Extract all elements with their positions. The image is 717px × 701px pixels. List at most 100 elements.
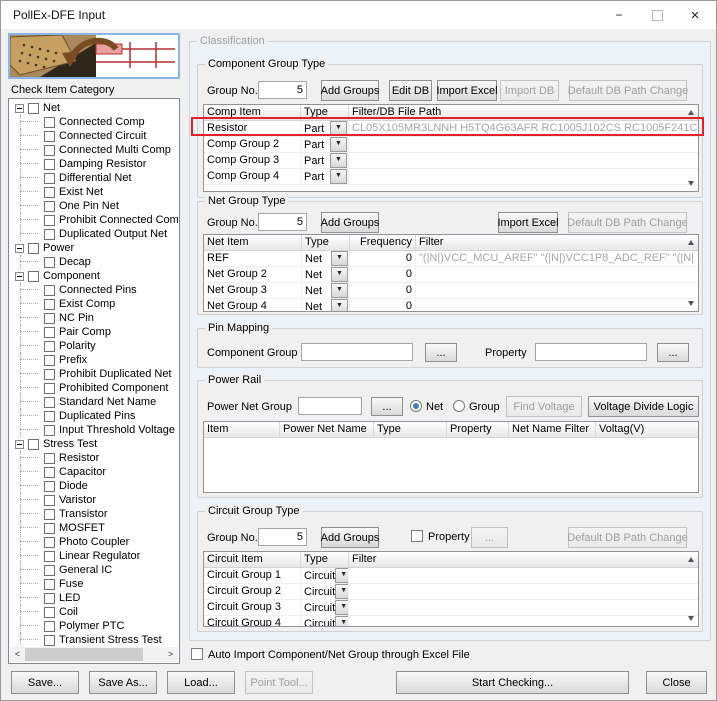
tree-item[interactable]: Net (10, 101, 178, 115)
comp-add-groups-button[interactable]: Add Groups (321, 80, 379, 101)
tree-item-checkbox[interactable] (44, 635, 55, 646)
dropdown-arrow-icon[interactable]: ▼ (335, 584, 349, 599)
tree-item-checkbox[interactable] (44, 257, 55, 268)
tree-item-checkbox[interactable] (44, 145, 55, 156)
tree-item-label[interactable]: Pair Comp (59, 326, 111, 338)
save-as-button[interactable]: Save As... (89, 671, 157, 694)
dropdown-arrow-icon[interactable]: ▼ (335, 616, 349, 627)
filter-cell[interactable] (416, 283, 698, 298)
dropdown-arrow-icon[interactable]: ▼ (331, 251, 348, 266)
scrollbar-thumb[interactable] (25, 648, 143, 661)
tree-item[interactable]: Stress Test (10, 437, 178, 451)
filter-cell[interactable] (349, 169, 698, 184)
type-cell[interactable]: Circuit▼ (301, 600, 349, 615)
save-button[interactable]: Save... (11, 671, 79, 694)
dropdown-arrow-icon[interactable]: ▼ (331, 267, 348, 282)
dropdown-arrow-icon[interactable]: ▼ (331, 283, 348, 298)
group-radio[interactable] (453, 400, 465, 412)
tree-item-label[interactable]: Coil (59, 606, 78, 618)
filter-cell[interactable] (349, 584, 698, 599)
tree-item-checkbox[interactable] (44, 159, 55, 170)
tree-item-checkbox[interactable] (44, 425, 55, 436)
comp-item-cell[interactable]: Comp Group 4 (204, 169, 301, 184)
circuit-item-cell[interactable]: Circuit Group 2 (204, 584, 301, 599)
tree-item-label[interactable]: One Pin Net (59, 200, 119, 212)
tree-item-checkbox[interactable] (28, 243, 39, 254)
tree-item-checkbox[interactable] (44, 369, 55, 380)
tree-item[interactable]: Prohibit Connected Comp (10, 213, 178, 227)
pin-property-input[interactable] (535, 343, 647, 361)
net-import-excel-button[interactable]: Import Excel (498, 212, 558, 233)
load-button[interactable]: Load... (167, 671, 235, 694)
dropdown-arrow-icon[interactable]: ▼ (330, 153, 347, 168)
tree-item[interactable]: Polarity (10, 339, 178, 353)
tree-item[interactable]: Differential Net (10, 171, 178, 185)
tree-item-label[interactable]: NC Pin (59, 312, 94, 324)
tree-item[interactable]: Coil (10, 605, 178, 619)
scroll-down-icon[interactable] (688, 616, 694, 621)
tree-item[interactable]: Connected Circuit (10, 129, 178, 143)
comp-import-excel-button[interactable]: Import Excel (437, 80, 497, 101)
start-checking-button[interactable]: Start Checking... (396, 671, 629, 694)
circuit-item-cell[interactable]: Circuit Group 1 (204, 568, 301, 583)
power-net-group-input[interactable] (298, 397, 362, 415)
type-cell[interactable]: Net▼ (302, 283, 350, 298)
filter-cell[interactable] (349, 568, 698, 583)
tree-item[interactable]: Damping Resistor (10, 157, 178, 171)
tree-item[interactable]: Fuse (10, 577, 178, 591)
tree-item[interactable]: Connected Pins (10, 283, 178, 297)
scroll-left-icon[interactable]: < (10, 647, 25, 662)
tree-item[interactable]: Standard Net Name (10, 395, 178, 409)
tree-item[interactable]: Prefix (10, 353, 178, 367)
collapse-icon[interactable] (15, 244, 24, 253)
tree-item-label[interactable]: General IC (59, 564, 112, 576)
tree-item-label[interactable]: Polarity (59, 340, 96, 352)
filter-cell[interactable] (416, 299, 698, 312)
filter-cell[interactable] (349, 153, 698, 168)
tree-item-label[interactable]: Polymer PTC (59, 620, 124, 632)
filter-cell[interactable] (349, 137, 698, 152)
close-dialog-button[interactable]: Close (646, 671, 707, 694)
tree-item-label[interactable]: Connected Comp (59, 116, 145, 128)
scroll-up-icon[interactable] (688, 110, 694, 115)
tree-item-label[interactable]: Differential Net (59, 172, 132, 184)
tree-item-label[interactable]: Transient Stress Test (59, 634, 162, 646)
vertical-scrollbar[interactable] (684, 236, 697, 310)
scroll-right-icon[interactable]: > (163, 647, 178, 662)
type-cell[interactable]: Circuit▼ (301, 584, 349, 599)
power-rail-table[interactable]: ItemPower Net NameTypePropertyNet Name F… (203, 421, 699, 493)
frequency-cell[interactable]: 0 (350, 267, 416, 282)
tree-item[interactable]: NC Pin (10, 311, 178, 325)
comp-item-cell[interactable]: Comp Group 2 (204, 137, 301, 152)
tree-item-checkbox[interactable] (44, 453, 55, 464)
tree-item[interactable]: LED (10, 591, 178, 605)
tree-item[interactable]: Exist Comp (10, 297, 178, 311)
tree-item-label[interactable]: Connected Pins (59, 284, 137, 296)
collapse-icon[interactable] (15, 104, 24, 113)
filter-cell[interactable] (416, 267, 698, 282)
minimize-button[interactable]: − (605, 5, 633, 25)
scroll-down-icon[interactable] (688, 301, 694, 306)
tree-item-label[interactable]: LED (59, 592, 80, 604)
tree-item-checkbox[interactable] (44, 523, 55, 534)
tree-item-checkbox[interactable] (44, 341, 55, 352)
tree-item-checkbox[interactable] (44, 593, 55, 604)
net-radio[interactable] (410, 400, 422, 412)
tree-item[interactable]: Photo Coupler (10, 535, 178, 549)
tree-item-label[interactable]: Prohibited Component (59, 382, 168, 394)
tree-item-checkbox[interactable] (44, 537, 55, 548)
tree-item-label[interactable]: Power (43, 242, 74, 254)
type-cell[interactable]: Part▼ (301, 169, 349, 184)
scroll-down-icon[interactable] (688, 181, 694, 186)
collapse-icon[interactable] (15, 272, 24, 281)
tree-item[interactable]: Duplicated Output Net (10, 227, 178, 241)
tree-item-label[interactable]: Transistor (59, 508, 108, 520)
tree-item-label[interactable]: Exist Net (59, 186, 103, 198)
tree-item-checkbox[interactable] (44, 607, 55, 618)
vertical-scrollbar[interactable] (684, 553, 697, 625)
tree-item-label[interactable]: Fuse (59, 578, 83, 590)
close-button[interactable]: × (681, 5, 709, 25)
pin-component-group-browse-button[interactable]: ... (425, 343, 457, 362)
tree-item[interactable]: General IC (10, 563, 178, 577)
net-item-cell[interactable]: REF (204, 251, 302, 266)
